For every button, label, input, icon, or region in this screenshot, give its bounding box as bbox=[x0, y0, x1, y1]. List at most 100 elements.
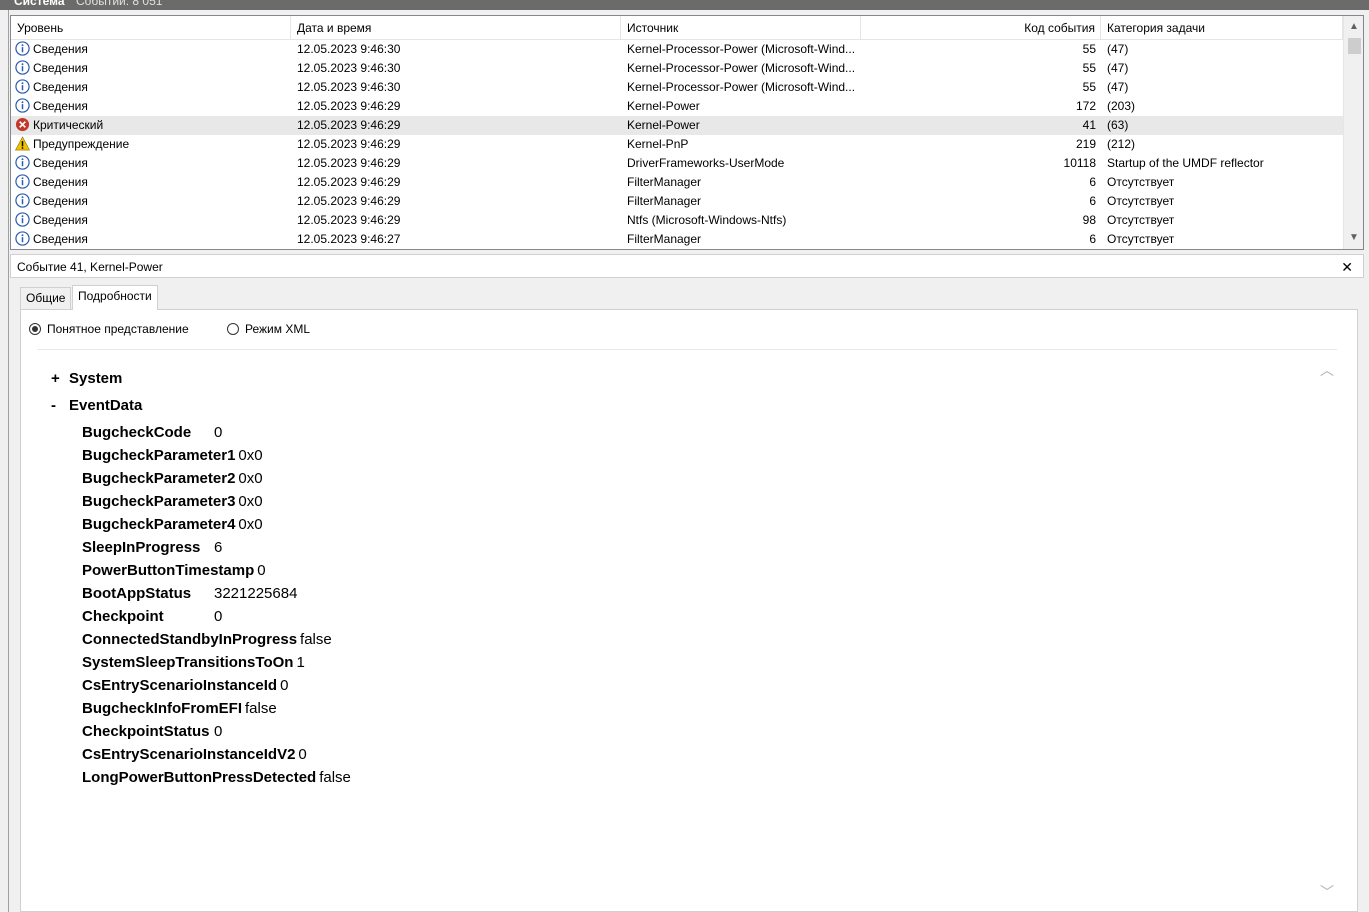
field-key: SleepInProgress bbox=[82, 539, 201, 556]
collapse-icon[interactable]: - bbox=[51, 397, 69, 414]
scroll-thumb[interactable] bbox=[1348, 38, 1361, 54]
table-row[interactable]: Сведения 12.05.2023 9:46:29 DriverFramewor… bbox=[11, 154, 1343, 173]
event-list[interactable]: Уровень Дата и время Источник Код событи… bbox=[10, 15, 1364, 250]
chevron-down-icon[interactable]: ﹀ bbox=[1317, 882, 1337, 902]
info-icon bbox=[15, 41, 33, 56]
cell-datetime: 12.05.2023 9:46:30 bbox=[297, 80, 401, 94]
eventdata-field: SystemSleepTransitionsToOn 1 bbox=[82, 651, 305, 674]
expand-icon[interactable]: + bbox=[51, 370, 69, 387]
table-row[interactable]: Критический 12.05.2023 9:46:29 Kernel-Powe… bbox=[11, 116, 1343, 135]
table-row[interactable]: Сведения 12.05.2023 9:46:29 Kernel-Power 17… bbox=[11, 97, 1343, 116]
cell-event-id: 219 bbox=[1075, 137, 1096, 151]
event-detail-title: Событие 41, Kernel-Power bbox=[17, 260, 163, 274]
field-value: 0x0 bbox=[238, 447, 263, 464]
field-value: 3221225684 bbox=[214, 585, 298, 602]
cell-event-id: 98 bbox=[1082, 213, 1096, 227]
table-row[interactable]: Сведения 12.05.2023 9:46:30 Kernel-Process… bbox=[11, 59, 1343, 78]
event-list-scrollbar[interactable]: ▲ ▼ bbox=[1343, 16, 1363, 249]
scroll-up-icon[interactable]: ▲ bbox=[1344, 18, 1364, 36]
node-eventdata[interactable]: - EventData bbox=[51, 397, 142, 414]
level-text: Сведения bbox=[33, 175, 88, 189]
chevron-up-icon[interactable]: ︿ bbox=[1317, 360, 1337, 380]
radio-friendly-view[interactable]: Понятное представление bbox=[29, 321, 189, 337]
field-key: SystemSleepTransitionsToOn bbox=[82, 654, 294, 671]
error-icon bbox=[15, 117, 33, 132]
column-header-category[interactable]: Категория задачи bbox=[1101, 16, 1343, 40]
field-value: 0x0 bbox=[238, 493, 263, 510]
radio-xml-view[interactable]: Режим XML bbox=[227, 321, 310, 337]
field-key: BugcheckParameter4 bbox=[82, 516, 236, 533]
friendly-view-scrollbar[interactable]: ︿ ﹀ bbox=[1317, 350, 1337, 910]
cell-event-id: 55 bbox=[1082, 61, 1096, 75]
eventdata-field: BugcheckParameter1 0x0 bbox=[82, 444, 263, 467]
eventdata-field: SleepInProgress 6 bbox=[82, 536, 222, 559]
level-text: Предупреждение bbox=[33, 137, 130, 151]
eventdata-field: BugcheckParameter2 0x0 bbox=[82, 467, 263, 490]
tab-general[interactable]: Общие bbox=[20, 287, 72, 309]
cell-category: (47) bbox=[1107, 61, 1129, 75]
field-key: BootAppStatus bbox=[82, 585, 192, 602]
field-value: 0 bbox=[214, 424, 223, 441]
field-key: LongPowerButtonPressDetected bbox=[82, 769, 317, 786]
scroll-down-icon[interactable]: ▼ bbox=[1344, 229, 1364, 247]
table-row[interactable]: Сведения 12.05.2023 9:46:30 Kernel-Process… bbox=[11, 40, 1343, 59]
info-icon bbox=[15, 79, 33, 94]
info-icon bbox=[15, 174, 33, 189]
cell-source: Kernel-Processor-Power (Microsoft-Wind..… bbox=[627, 80, 856, 94]
table-row[interactable]: Предупреждение 12.05.2023 9:46:29 Kernel-P… bbox=[11, 135, 1343, 154]
table-row[interactable]: Сведения 12.05.2023 9:46:29 Ntfs (Microsof… bbox=[11, 211, 1343, 230]
table-row[interactable]: Сведения 12.05.2023 9:46:30 Kernel-Process… bbox=[11, 78, 1343, 97]
column-header-event-id[interactable]: Код события bbox=[861, 16, 1101, 40]
field-value: 0 bbox=[298, 746, 307, 763]
cell-category: Отсутствует bbox=[1107, 194, 1175, 208]
level-text: Сведения bbox=[33, 99, 88, 113]
cell-event-id: 172 bbox=[1075, 99, 1096, 113]
cell-datetime: 12.05.2023 9:46:30 bbox=[297, 61, 401, 75]
node-system[interactable]: + System bbox=[51, 370, 122, 387]
level-text: Сведения bbox=[33, 232, 88, 246]
table-row[interactable]: Сведения 12.05.2023 9:46:29 FilterManager 6… bbox=[11, 173, 1343, 192]
cell-event-id: 55 bbox=[1082, 42, 1096, 56]
cell-datetime: 12.05.2023 9:46:29 bbox=[297, 213, 401, 227]
column-header-source[interactable]: Источник bbox=[621, 16, 861, 40]
field-key: CheckpointStatus bbox=[82, 723, 210, 740]
cell-category: Отсутствует bbox=[1107, 175, 1175, 189]
table-row[interactable]: Сведения 12.05.2023 9:46:29 FilterManager 6… bbox=[11, 192, 1343, 211]
left-pane-edge bbox=[0, 10, 9, 912]
cell-category: (47) bbox=[1107, 80, 1129, 94]
field-key: PowerButtonTimestamp bbox=[82, 562, 255, 579]
cell-datetime: 12.05.2023 9:46:29 bbox=[297, 137, 401, 151]
cell-level: Сведения bbox=[15, 211, 291, 230]
field-value: 6 bbox=[214, 539, 223, 556]
cell-event-id: 10118 bbox=[1063, 156, 1096, 170]
cell-datetime: 12.05.2023 9:46:29 bbox=[297, 175, 401, 189]
tab-details[interactable]: Подробности bbox=[72, 285, 158, 310]
friendly-view-pane[interactable]: + System - EventData BugcheckCode 0 Bugcheck… bbox=[37, 349, 1337, 910]
window-title-bar: Система Событий: 8 051 bbox=[0, 0, 1369, 10]
cell-source: Kernel-Processor-Power (Microsoft-Wind..… bbox=[627, 61, 856, 75]
cell-source: FilterManager bbox=[627, 232, 702, 246]
event-detail-header: Событие 41, Kernel-Power ✕ bbox=[10, 254, 1364, 278]
cell-level: Сведения bbox=[15, 173, 291, 192]
field-key: BugcheckCode bbox=[82, 424, 192, 441]
table-row[interactable]: Сведения 12.05.2023 9:46:27 FilterManager 6… bbox=[11, 230, 1343, 249]
cell-level: Сведения bbox=[15, 59, 291, 78]
level-text: Сведения bbox=[33, 194, 88, 208]
close-icon[interactable]: ✕ bbox=[1341, 255, 1353, 279]
field-key: Checkpoint bbox=[82, 608, 164, 625]
cell-category: Startup of the UMDF reflector bbox=[1107, 156, 1264, 170]
details-tab-panel: Понятное представление Режим XML + System… bbox=[20, 309, 1358, 912]
eventdata-field: BugcheckParameter3 0x0 bbox=[82, 490, 263, 513]
log-name: Система bbox=[14, 0, 65, 8]
event-count: Событий: 8 051 bbox=[76, 0, 163, 8]
radio-unchecked-icon bbox=[227, 323, 239, 335]
column-header-datetime[interactable]: Дата и время bbox=[291, 16, 621, 40]
column-header-level[interactable]: Уровень bbox=[11, 16, 291, 40]
field-value: 0 bbox=[257, 562, 266, 579]
eventdata-field: Checkpoint 0 bbox=[82, 605, 222, 628]
info-icon bbox=[15, 155, 33, 170]
cell-level: Сведения bbox=[15, 97, 291, 116]
cell-category: (212) bbox=[1107, 137, 1136, 151]
field-key: BugcheckParameter2 bbox=[82, 470, 236, 487]
level-text: Сведения bbox=[33, 156, 88, 170]
